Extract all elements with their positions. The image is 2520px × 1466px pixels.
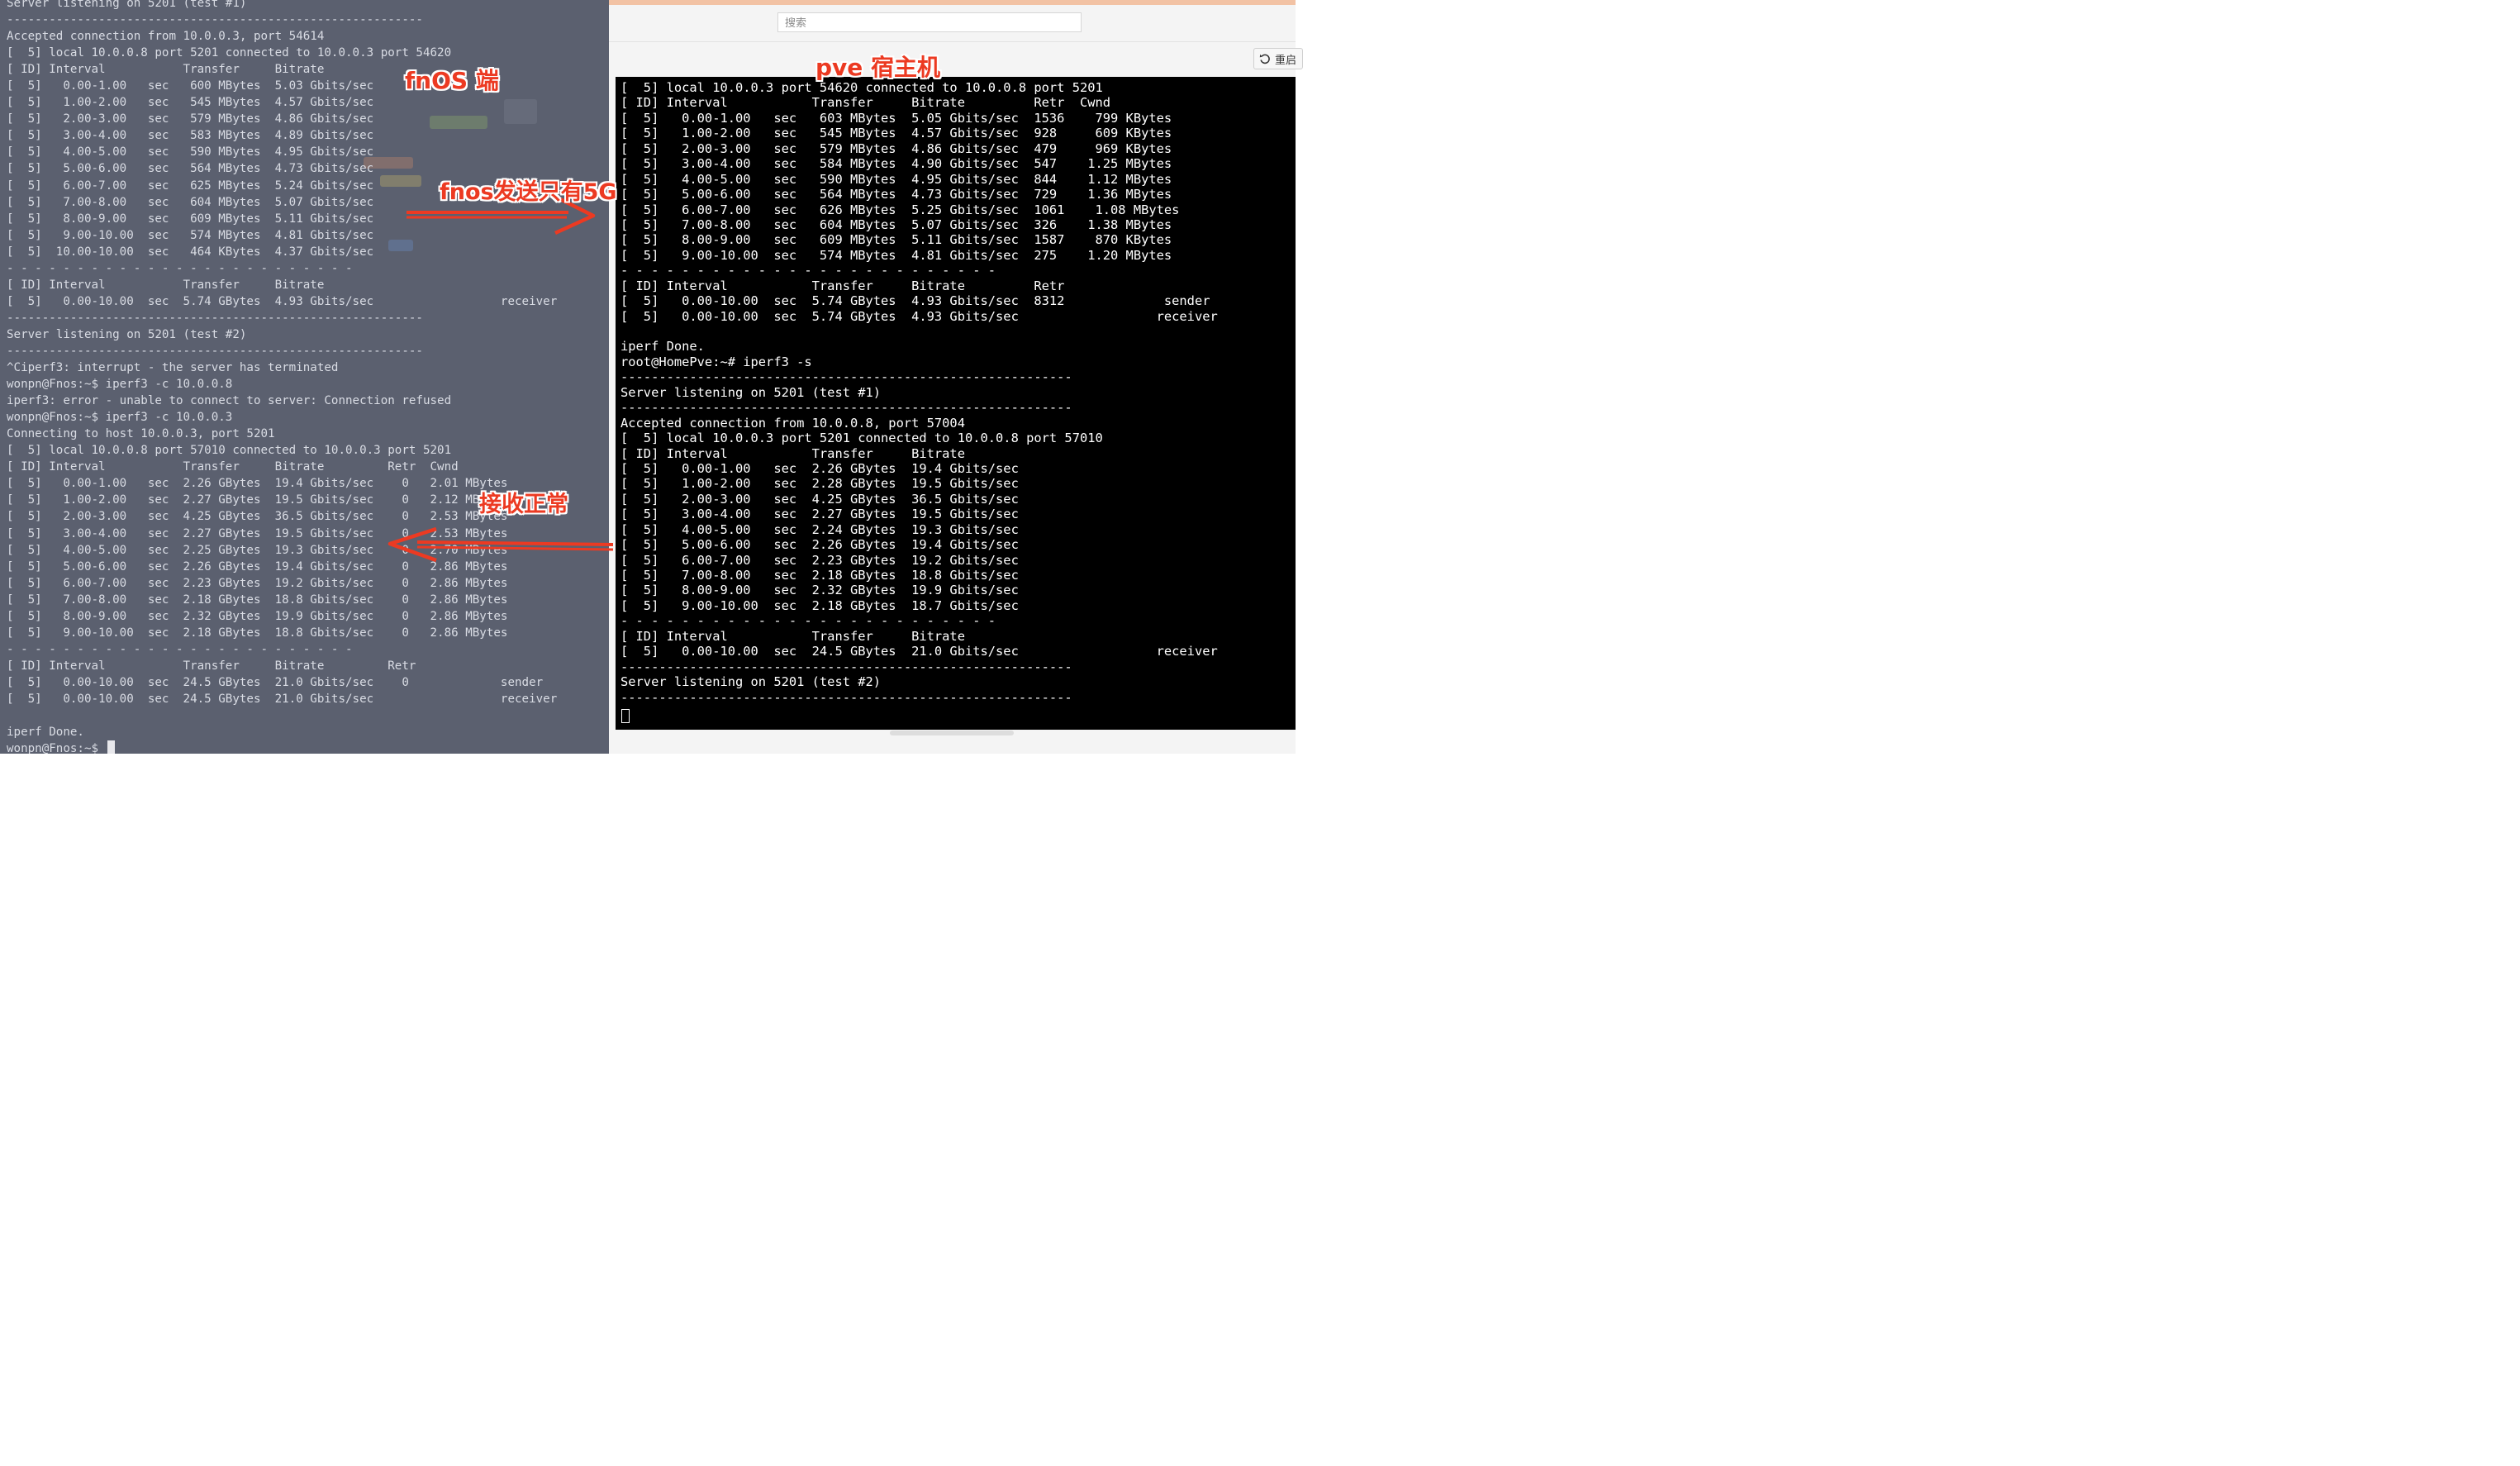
- terminal-line: [ ID] Interval Transfer Bitrate: [620, 628, 965, 644]
- terminal-line: [ ID] Interval Transfer Bitrate Retr Cwn…: [620, 95, 1111, 111]
- terminal-line: - - - - - - - - - - - - - - - - - - - - …: [7, 261, 353, 275]
- terminal-line: Server listening on 5201 (test #2): [620, 674, 882, 690]
- terminal-line: Accepted connection from 10.0.0.3, port …: [7, 30, 325, 44]
- terminal-line: Accepted connection from 10.0.0.8, port …: [620, 415, 965, 431]
- terminal-line: [ 5] 3.00-4.00 sec 584 MBytes 4.90 Gbits…: [620, 156, 1172, 172]
- terminal-line: [ 5] 4.00-5.00 sec 2.24 GBytes 19.3 Gbit…: [620, 521, 1019, 537]
- terminal-line: [ 5] 5.00-6.00 sec 564 MBytes 4.73 Gbits…: [620, 187, 1172, 202]
- restart-icon: [1259, 54, 1270, 64]
- terminal-line: iperf Done.: [620, 339, 705, 355]
- terminal-line: [ 5] 9.00-10.00 sec 574 MBytes 4.81 Gbit…: [7, 228, 374, 242]
- terminal-line: [ ID] Interval Transfer Bitrate Retr Cwn…: [7, 460, 459, 474]
- terminal-line: [ 5] 4.00-5.00 sec 590 MBytes 4.95 Gbits…: [7, 145, 374, 159]
- pve-console-terminal[interactable]: [ 5] local 10.0.0.3 port 54620 connected…: [616, 77, 1296, 730]
- terminal-line: [ 5] 3.00-4.00 sec 583 MBytes 4.89 Gbits…: [7, 129, 374, 143]
- terminal-line: [ 5] local 10.0.0.8 port 57010 connected…: [7, 444, 452, 458]
- terminal-line: [ 5] 8.00-9.00 sec 2.32 GBytes 19.9 Gbit…: [7, 609, 508, 623]
- terminal-line: [ 5] 1.00-2.00 sec 545 MBytes 4.57 Gbits…: [620, 126, 1172, 141]
- terminal-line: ----------------------------------------…: [620, 689, 1072, 705]
- header-divider: [609, 41, 1296, 42]
- terminal-line: [ 5] 7.00-8.00 sec 2.18 GBytes 18.8 Gbit…: [620, 568, 1019, 583]
- restart-label: 重启: [1275, 53, 1297, 66]
- terminal-line: Server listening on 5201 (test #2): [7, 327, 247, 341]
- terminal-line: [ 5] 0.00-10.00 sec 5.74 GBytes 4.93 Gbi…: [7, 294, 558, 308]
- terminal-line: Server listening on 5201 (test #1): [620, 384, 882, 400]
- terminal-line: ----------------------------------------…: [7, 13, 423, 27]
- terminal-line: [ 5] 0.00-1.00 sec 2.26 GBytes 19.4 Gbit…: [620, 460, 1019, 476]
- terminal-line: [ 5] 6.00-7.00 sec 626 MBytes 5.25 Gbits…: [620, 202, 1180, 217]
- terminal-line: [ 5] 6.00-7.00 sec 2.23 GBytes 19.2 Gbit…: [7, 576, 508, 590]
- terminal-line: [ 5] 0.00-10.00 sec 24.5 GBytes 21.0 Gbi…: [7, 692, 558, 706]
- terminal-cursor: [107, 740, 115, 754]
- restart-button[interactable]: 重启: [1253, 48, 1303, 69]
- terminal-line: [ 5] 7.00-8.00 sec 2.18 GBytes 18.8 Gbit…: [7, 593, 508, 607]
- terminal-line: ----------------------------------------…: [7, 311, 423, 325]
- terminal-line: [ 5] 4.00-5.00 sec 590 MBytes 4.95 Gbits…: [620, 171, 1172, 187]
- terminal-line: - - - - - - - - - - - - - - - - - - - - …: [620, 613, 996, 629]
- terminal-line: wonpn@Fnos:~$ iperf3 -c 10.0.0.8: [7, 378, 233, 392]
- terminal-line: iperf3: error - unable to connect to ser…: [7, 394, 452, 408]
- terminal-line: ^Ciperf3: interrupt - the server has ter…: [7, 361, 339, 375]
- terminal-line: [ 5] 8.00-9.00 sec 609 MBytes 5.11 Gbits…: [7, 212, 374, 226]
- terminal-line: [ 5] 9.00-10.00 sec 2.18 GBytes 18.8 Gbi…: [7, 626, 508, 640]
- terminal-line: [ 5] 2.00-3.00 sec 579 MBytes 4.86 Gbits…: [7, 112, 374, 126]
- pve-console-output: [ 5] local 10.0.0.3 port 54620 connected…: [620, 80, 1218, 705]
- terminal-line: root@HomePve:~# iperf3 -s: [620, 354, 812, 369]
- terminal-line: [ 5] local 10.0.0.8 port 5201 connected …: [7, 46, 452, 60]
- terminal-line: iperf Done.: [7, 726, 84, 740]
- terminal-line: [ ID] Interval Transfer Bitrate: [7, 278, 325, 292]
- terminal-line: - - - - - - - - - - - - - - - - - - - - …: [620, 263, 996, 278]
- terminal-line: [ 5] 2.00-3.00 sec 4.25 GBytes 36.5 Gbit…: [620, 491, 1019, 507]
- console-cursor: [621, 709, 630, 723]
- terminal-line: wonpn@Fnos:~$ iperf3 -c 10.0.0.3: [7, 411, 233, 425]
- terminal-line: [ 5] 4.00-5.00 sec 2.25 GBytes 19.3 Gbit…: [7, 543, 508, 557]
- terminal-line: [ 5] 9.00-10.00 sec 574 MBytes 4.81 Gbit…: [620, 247, 1172, 263]
- terminal-line: ----------------------------------------…: [620, 400, 1072, 416]
- terminal-line: [ 5] 1.00-2.00 sec 2.28 GBytes 19.5 Gbit…: [620, 476, 1019, 492]
- terminal-line: wonpn@Fnos:~$: [7, 742, 106, 754]
- terminal-line: [ 5] 0.00-10.00 sec 5.74 GBytes 4.93 Gbi…: [620, 293, 1210, 309]
- pve-host-label: pve 宿主机: [815, 54, 941, 81]
- pve-web-console-panel: 重启 [ 5] local 10.0.0.3 port 54620 connec…: [609, 0, 1303, 754]
- terminal-line: [ 5] 3.00-4.00 sec 2.27 GBytes 19.5 Gbit…: [7, 526, 508, 540]
- terminal-line: [ 5] 0.00-10.00 sec 24.5 GBytes 21.0 Gbi…: [7, 675, 544, 689]
- terminal-line: [ 5] local 10.0.0.3 port 5201 connected …: [620, 431, 1103, 446]
- terminal-line: [ 5] 7.00-8.00 sec 604 MBytes 5.07 Gbits…: [620, 217, 1172, 232]
- terminal-line: [ 5] 8.00-9.00 sec 2.32 GBytes 19.9 Gbit…: [620, 583, 1019, 598]
- terminal-line: [ 5] 6.00-7.00 sec 2.23 GBytes 19.2 Gbit…: [620, 552, 1019, 568]
- search-input[interactable]: [777, 12, 1082, 32]
- terminal-line: [ ID] Interval Transfer Bitrate: [620, 445, 965, 461]
- terminal-line: [ 5] 3.00-4.00 sec 2.27 GBytes 19.5 Gbit…: [620, 507, 1019, 522]
- terminal-line: ----------------------------------------…: [620, 659, 1072, 674]
- terminal-line: [ 5] 5.00-6.00 sec 2.26 GBytes 19.4 Gbit…: [7, 559, 508, 574]
- fnos-side-label: fnOS 端: [405, 67, 499, 94]
- terminal-line: [ 5] 8.00-9.00 sec 609 MBytes 5.11 Gbits…: [620, 232, 1172, 248]
- terminal-line: [ 5] 0.00-10.00 sec 24.5 GBytes 21.0 Gbi…: [620, 644, 1218, 659]
- terminal-line: ----------------------------------------…: [7, 344, 423, 358]
- terminal-line: [ 5] 2.00-3.00 sec 579 MBytes 4.86 Gbits…: [620, 140, 1172, 156]
- terminal-line: [ 5] 0.00-1.00 sec 603 MBytes 5.05 Gbits…: [620, 110, 1172, 126]
- terminal-line: Server listening on 5201 (test #1): [7, 0, 247, 10]
- send-speed-note: fnos发送只有5G: [440, 179, 617, 205]
- horizontal-scrollbar[interactable]: [890, 731, 1014, 735]
- receive-normal-note: 接收正常: [479, 492, 568, 517]
- terminal-line: [ 5] 1.00-2.00 sec 545 MBytes 4.57 Gbits…: [7, 96, 374, 110]
- fnos-terminal-window[interactable]: Server listening on 5201 (test #1) ------…: [0, 0, 609, 754]
- terminal-line: [ 5] 10.00-10.00 sec 464 KBytes 4.37 Gbi…: [7, 245, 374, 259]
- top-color-strip: [609, 0, 1296, 5]
- terminal-line: [ 5] 2.00-3.00 sec 4.25 GBytes 36.5 Gbit…: [7, 510, 508, 524]
- terminal-line: [ 5] 0.00-10.00 sec 5.74 GBytes 4.93 Gbi…: [620, 308, 1218, 324]
- terminal-line: [ 5] 1.00-2.00 sec 2.27 GBytes 19.5 Gbit…: [7, 493, 508, 507]
- terminal-line: [ 5] 9.00-10.00 sec 2.18 GBytes 18.7 Gbi…: [620, 597, 1019, 613]
- terminal-line: [ 5] 5.00-6.00 sec 2.26 GBytes 19.4 Gbit…: [620, 537, 1019, 553]
- terminal-line: ----------------------------------------…: [620, 369, 1072, 385]
- terminal-line: [ ID] Interval Transfer Bitrate Retr: [7, 659, 416, 673]
- terminal-line: [ ID] Interval Transfer Bitrate Retr: [620, 278, 1065, 293]
- terminal-line: Connecting to host 10.0.0.3, port 5201: [7, 427, 275, 441]
- fnos-terminal-output: Server listening on 5201 (test #1) ------…: [7, 0, 557, 754]
- terminal-line: - - - - - - - - - - - - - - - - - - - - …: [7, 642, 353, 656]
- terminal-line: [ 5] 0.00-1.00 sec 2.26 GBytes 19.4 Gbit…: [7, 477, 508, 491]
